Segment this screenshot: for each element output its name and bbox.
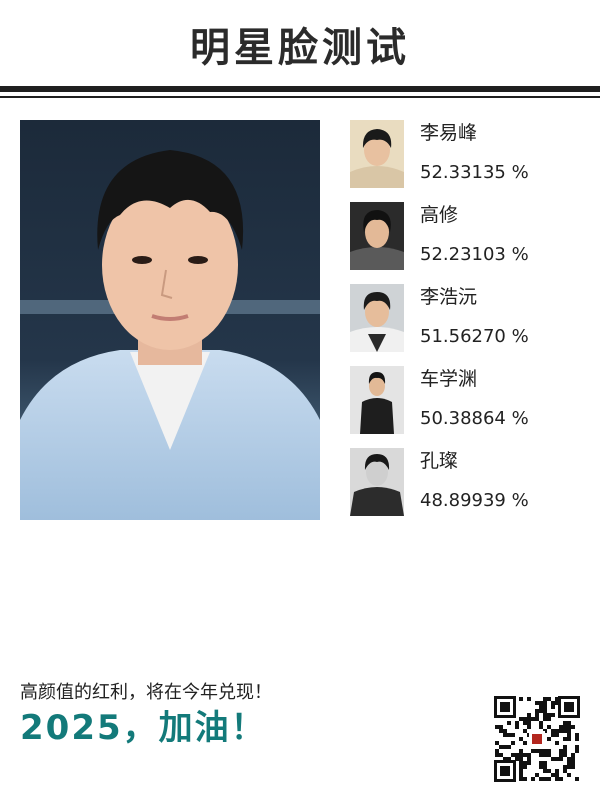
header-divider-thin <box>0 96 600 98</box>
qr-code-icon[interactable] <box>494 696 580 782</box>
result-score: 48.89939 % <box>420 490 529 511</box>
result-name: 车学渊 <box>420 368 478 390</box>
main-portrait-photo <box>20 120 320 520</box>
portrait-thumb-icon <box>350 448 404 516</box>
portrait-thumb-icon <box>350 120 404 188</box>
result-item[interactable]: 孔璨 48.89939 % <box>350 448 590 518</box>
header-divider-thick <box>0 86 600 92</box>
result-score: 52.23103 % <box>420 244 529 265</box>
result-name: 高修 <box>420 204 459 226</box>
cheer-text: 2025，加油！ <box>20 708 267 748</box>
result-item[interactable]: 车学渊 50.38864 % <box>350 366 590 436</box>
slogan-text: 高颜值的红利，将在今年兑现！ <box>20 682 272 703</box>
portrait-thumb-icon <box>350 202 404 270</box>
result-item[interactable]: 高修 52.23103 % <box>350 202 590 272</box>
result-score: 52.33135 % <box>420 162 529 183</box>
result-score: 51.56270 % <box>420 326 529 347</box>
result-name: 孔璨 <box>420 450 459 472</box>
page-title: 明星脸测试 <box>190 25 410 71</box>
portrait-thumb-icon <box>350 366 404 434</box>
result-score: 50.38864 % <box>420 408 529 429</box>
result-name: 李易峰 <box>420 122 478 144</box>
result-name: 李浩沅 <box>420 286 478 308</box>
portrait-thumb-icon <box>350 284 404 352</box>
result-item[interactable]: 李易峰 52.33135 % <box>350 120 590 190</box>
result-item[interactable]: 李浩沅 51.56270 % <box>350 284 590 354</box>
